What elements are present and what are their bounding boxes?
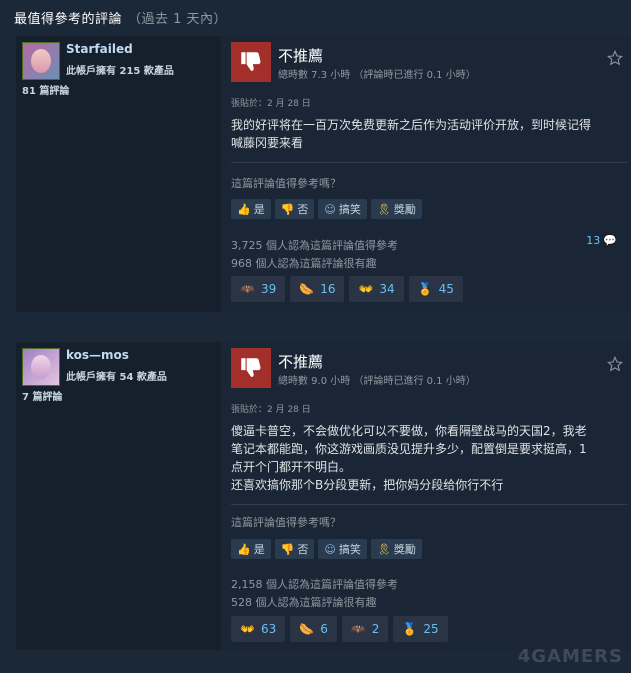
content-line: 点开个门都开不明白。 [231, 460, 352, 474]
vote-yes-button[interactable]: 👍 是 [231, 539, 271, 559]
award-badge[interactable]: 👐 34 [349, 276, 404, 302]
bat-wings-icon: 🦇 [240, 282, 255, 296]
review-card: kos—mos 此帳戶擁有 54 款產品 7 篇評論 不推薦 總時數 9.0 小… [16, 342, 631, 650]
vote-no-button[interactable]: 👎 否 [274, 199, 315, 219]
bat-wings-icon: 🦇 [350, 622, 366, 636]
thumbs-down-icon [231, 348, 271, 388]
hours-played: 總時數 7.3 小時 （評論時已進行 0.1 小時） [278, 70, 476, 81]
persona-name[interactable]: Starfailed [66, 42, 133, 56]
persona-name[interactable]: kos—mos [66, 348, 129, 362]
comment-count: 13 [586, 234, 601, 247]
section-subtitle: （過去 1 天內） [128, 12, 228, 27]
award-badge[interactable]: 👐 63 [231, 616, 286, 642]
posted-date: 張貼於：2 月 28 日 [231, 99, 311, 109]
medal-icon: 🏅 [417, 282, 433, 296]
award-badge[interactable]: 🏅 25 [393, 616, 448, 642]
hotdog-icon: 🌭 [299, 282, 315, 296]
award-badge[interactable]: 🦇 2 [341, 616, 389, 642]
vote-buttons: 👍 是 👎 否 ☺ 搞笑 🎗 獎勵 [231, 199, 422, 219]
content-line: 笔记本都能跑，你这游戏画质没见提升多少，配置倒是要求挺高，1 [231, 442, 587, 456]
content-line: 喊藤冈要来看 [231, 136, 304, 150]
avatar[interactable] [22, 42, 60, 80]
posted-date: 張貼於：2 月 28 日 [231, 405, 311, 415]
review-body: 不推薦 總時數 9.0 小時 （評論時已進行 0.1 小時） 張貼於：2 月 2… [221, 342, 631, 650]
vote-yes-button[interactable]: 👍 是 [231, 199, 271, 219]
vote-buttons: 👍 是 👎 否 ☺ 搞笑 🎗 獎勵 [231, 539, 422, 559]
section-title: 最值得參考的評論 [14, 12, 123, 27]
thumbs-down-icon [231, 42, 271, 82]
star-icon[interactable] [607, 49, 623, 70]
review-body: 不推薦 總時數 7.3 小時 （評論時已進行 0.1 小時） 張貼於：2 月 2… [221, 36, 631, 312]
content-line: 还喜欢搞你那个B分段更新，把你妈分段给你行不行 [231, 478, 504, 492]
helpful-stat: 3,725 個人認為這篇評論值得參考 [231, 239, 398, 252]
purple-hands-icon: 👐 [240, 622, 255, 636]
award-ribbon-icon: 🎗 [376, 542, 391, 556]
award-badge[interactable]: 🌭 16 [290, 276, 345, 302]
review-content: 傻逼卡普空，不会做优化可以不要做，你看隔壁战马的天国2，我老 笔记本都能跑，你这… [231, 422, 623, 494]
content-line: 我的好评将在一百万次免费更新之后作为活动评价开放，到时候记得 [231, 118, 592, 132]
purple-hands-icon: 👐 [358, 282, 374, 296]
helpful-question: 這篇評論值得參考嗎？ [231, 516, 341, 529]
divider [231, 504, 627, 505]
helpful-question: 這篇評論值得參考嗎？ [231, 177, 341, 190]
divider [231, 162, 627, 163]
hours-played: 總時數 9.0 小時 （評論時已進行 0.1 小時） [278, 376, 476, 387]
award-badge[interactable]: 🦇 39 [231, 276, 286, 302]
review-count[interactable]: 7 篇評論 [22, 388, 62, 403]
thumbs-up-icon: 👍 [237, 542, 251, 556]
smiley-icon: ☺ [324, 202, 336, 216]
thumbs-up-icon: 👍 [237, 202, 251, 216]
verdict-title[interactable]: 不推薦 [278, 45, 323, 66]
vote-no-button[interactable]: 👎 否 [274, 539, 315, 559]
review-count[interactable]: 81 篇評論 [22, 82, 69, 97]
award-button[interactable]: 🎗 獎勵 [370, 199, 422, 219]
reviewer-info: Starfailed 此帳戶擁有 215 款產品 81 篇評論 [16, 36, 221, 312]
vote-funny-button[interactable]: ☺ 搞笑 [318, 199, 367, 219]
award-button[interactable]: 🎗 獎勵 [370, 539, 422, 559]
review-content: 我的好评将在一百万次免费更新之后作为活动评价开放，到时候记得 喊藤冈要来看 [231, 116, 623, 152]
award-badge[interactable]: 🏅 45 [408, 276, 463, 302]
award-list: 👐 63 🌭 6 🦇 2 🏅 25 [231, 616, 448, 642]
thumbs-down-small-icon: 👎 [280, 542, 295, 556]
avatar[interactable] [22, 348, 60, 386]
review-card: Starfailed 此帳戶擁有 215 款產品 81 篇評論 不推薦 總時數 … [16, 36, 631, 312]
award-ribbon-icon: 🎗 [376, 202, 391, 216]
content-line: 傻逼卡普空，不会做优化可以不要做，你看隔壁战马的天国2，我老 [231, 424, 587, 438]
vote-funny-button[interactable]: ☺ 搞笑 [318, 539, 367, 559]
section-header: 最值得參考的評論 （過去 1 天內） [14, 8, 227, 28]
speech-bubble-icon: 💬 [603, 234, 617, 247]
thumbs-down-small-icon: 👎 [280, 202, 295, 216]
award-badge[interactable]: 🌭 6 [290, 616, 337, 642]
watermark-logo: 4GAMERS [517, 646, 623, 667]
funny-stat: 968 個人認為這篇評論很有趣 [231, 257, 377, 270]
reviewer-info: kos—mos 此帳戶擁有 54 款產品 7 篇評論 [16, 342, 221, 650]
medal-icon: 🏅 [402, 622, 418, 636]
award-list: 🦇 39 🌭 16 👐 34 🏅 45 [231, 276, 463, 302]
verdict-title[interactable]: 不推薦 [278, 351, 323, 372]
products-owned[interactable]: 此帳戶擁有 54 款產品 [66, 368, 167, 383]
star-icon[interactable] [607, 355, 623, 376]
helpful-stat: 2,158 個人認為這篇評論值得參考 [231, 578, 398, 591]
hotdog-icon: 🌭 [299, 622, 315, 636]
comment-count-link[interactable]: 13 💬 [586, 234, 617, 247]
products-owned[interactable]: 此帳戶擁有 215 款產品 [66, 62, 174, 77]
funny-stat: 528 個人認為這篇評論很有趣 [231, 596, 377, 609]
smiley-icon: ☺ [324, 542, 336, 556]
